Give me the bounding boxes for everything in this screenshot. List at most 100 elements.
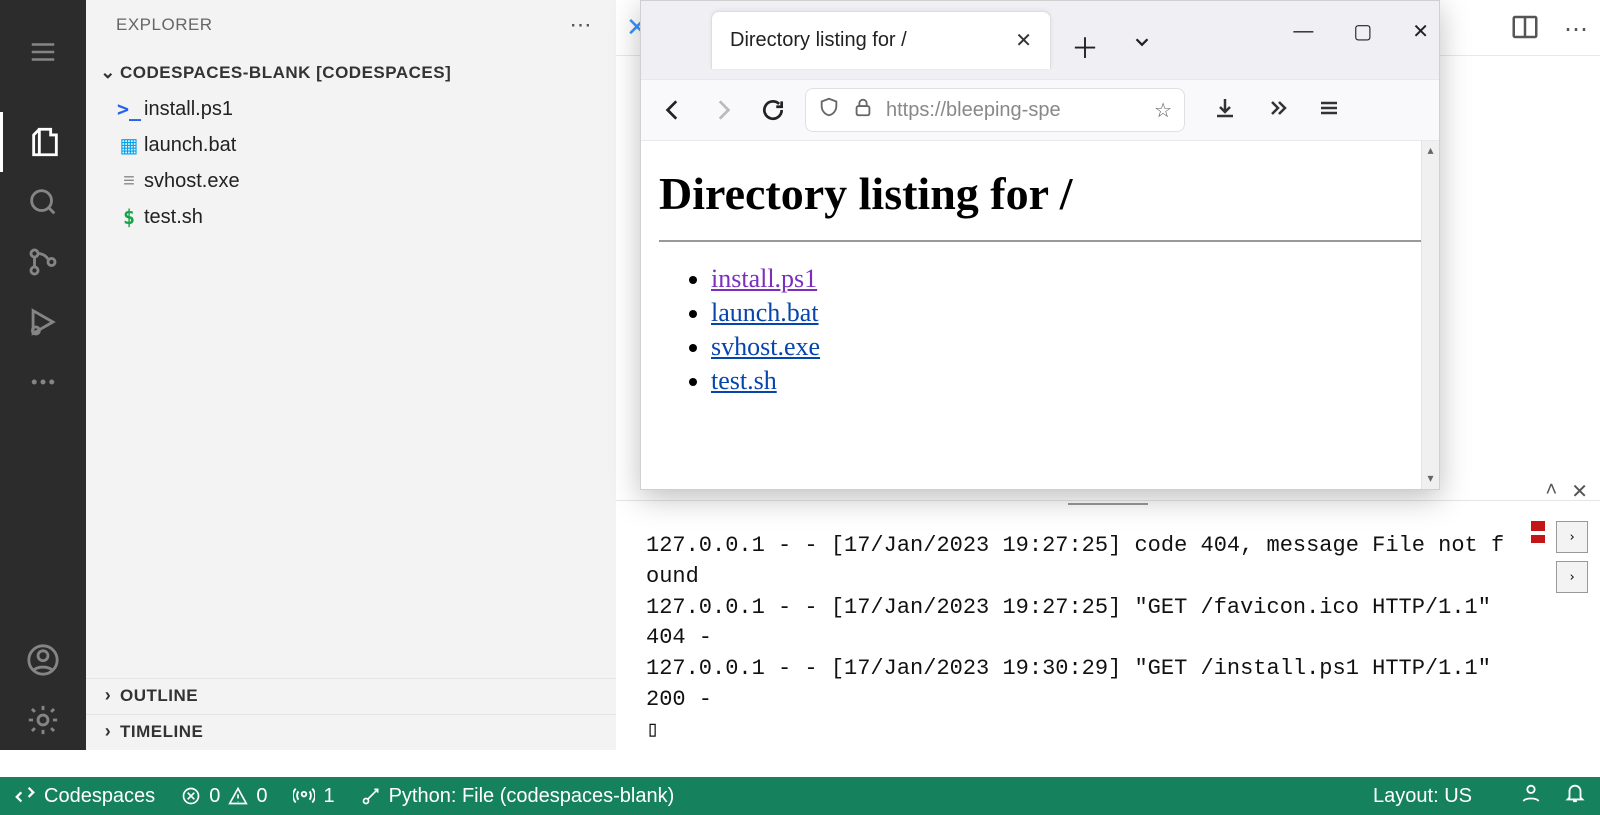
activity-account-icon[interactable] [0, 630, 86, 690]
lock-icon[interactable] [852, 96, 874, 124]
activity-source-control[interactable] [0, 232, 86, 292]
workspace-title: CODESPACES-BLANK [CODESPACES] [120, 63, 451, 83]
explorer-title: EXPLORER [116, 15, 213, 35]
outline-label: OUTLINE [120, 686, 198, 706]
directory-link[interactable]: launch.bat [711, 298, 819, 327]
workspace-section[interactable]: ⌄ CODESPACES-BLANK [CODESPACES] [86, 56, 616, 91]
nav-back-icon[interactable] [655, 92, 691, 128]
file-item[interactable]: ≡svhost.exe [86, 164, 616, 199]
panel-maximize-icon[interactable]: ˄ [1546, 479, 1558, 504]
chevron-right-icon: › [96, 721, 120, 742]
browser-tab[interactable]: Directory listing for / ✕ [711, 11, 1051, 69]
maximize-icon[interactable]: ▢ [1353, 19, 1372, 44]
activity-run-debug[interactable] [0, 292, 86, 352]
terminal-error-mark [1531, 521, 1545, 531]
browser-window: Directory listing for / ✕ ＋ ― ▢ ✕ [640, 0, 1440, 490]
activity-settings-gear-icon[interactable] [0, 690, 86, 750]
list-item: test.sh [711, 366, 1421, 396]
file-tree: >_install.ps1▦launch.bat≡svhost.exe$test… [86, 91, 616, 678]
shield-icon[interactable] [818, 96, 840, 124]
status-warnings-count: 0 [256, 785, 267, 808]
panel-actions: ˄ ✕ [1546, 479, 1588, 504]
activity-search[interactable] [0, 172, 86, 232]
file-type-icon: ▦ [114, 133, 144, 158]
list-item: svhost.exe [711, 332, 1421, 362]
file-item[interactable]: $test.sh [86, 199, 616, 235]
titlebar-right: ⋯ [1510, 12, 1588, 47]
panel-close-icon[interactable]: ✕ [1571, 479, 1588, 504]
tab-close-icon[interactable]: ✕ [1015, 28, 1032, 53]
new-tab-icon[interactable]: ＋ [1071, 27, 1099, 67]
status-ports[interactable]: 1 [293, 785, 334, 808]
ellipsis-icon[interactable]: ⋯ [1564, 15, 1588, 44]
directory-link[interactable]: svhost.exe [711, 332, 820, 361]
terminal-output[interactable]: 127.0.0.1 - - [17/Jan/2023 19:27:25] cod… [646, 531, 1510, 750]
terminal-panel: ˄ ✕ › › 127.0.0.1 - - [17/Jan/2023 19:27… [616, 500, 1600, 750]
tab-list-chevron-icon[interactable] [1131, 31, 1153, 58]
list-item: install.ps1 [711, 264, 1421, 294]
status-layout[interactable]: Layout: US [1373, 785, 1472, 808]
browser-titlebar[interactable]: Directory listing for / ✕ ＋ ― ▢ ✕ [641, 1, 1439, 79]
directory-link[interactable]: test.sh [711, 366, 777, 395]
status-bar: Codespaces 0 0 1 Python: File (codespace… [0, 777, 1600, 815]
status-problems[interactable]: 0 0 [181, 785, 267, 808]
file-name: install.ps1 [144, 98, 233, 121]
chevron-right-icon: › [96, 685, 120, 706]
app-menu-icon[interactable] [1317, 96, 1341, 125]
list-item: launch.bat [711, 298, 1421, 328]
close-icon[interactable]: ✕ [1412, 19, 1429, 44]
explorer-more-icon[interactable]: ⋯ [570, 12, 593, 38]
directory-list: install.ps1 launch.bat svhost.exe test.sh [711, 264, 1421, 396]
panel-drag-handle[interactable] [1068, 499, 1148, 505]
status-interpreter-label: Python: File (codespaces-blank) [389, 785, 675, 808]
minimize-icon[interactable]: ― [1293, 20, 1313, 43]
status-codespaces-label: Codespaces [44, 785, 155, 808]
status-bell-icon[interactable] [1564, 782, 1586, 810]
browser-tab-title: Directory listing for / [730, 29, 907, 52]
hamburger-menu-icon[interactable] [0, 22, 86, 82]
scroll-down-icon[interactable]: ▾ [1424, 471, 1437, 487]
status-remote-button[interactable]: Codespaces [14, 785, 155, 808]
directory-link[interactable]: install.ps1 [711, 264, 817, 293]
status-interpreter[interactable]: Python: File (codespaces-blank) [361, 785, 675, 808]
file-name: svhost.exe [144, 170, 240, 193]
file-type-icon: ≡ [114, 170, 144, 193]
page-heading: Directory listing for / [659, 167, 1421, 220]
chevron-down-icon: ⌄ [96, 62, 120, 83]
explorer-header: EXPLORER ⋯ [86, 0, 616, 56]
nav-forward-icon[interactable] [705, 92, 741, 128]
downloads-icon[interactable] [1213, 96, 1237, 125]
outline-section[interactable]: › OUTLINE [86, 678, 616, 714]
url-bar[interactable]: https://bleeping-spe ☆ [805, 88, 1185, 132]
scroll-up-icon[interactable]: ▴ [1424, 143, 1437, 159]
activity-more-icon[interactable] [0, 352, 86, 412]
toggle-layout-icon[interactable] [1510, 12, 1540, 47]
status-feedback-icon[interactable] [1520, 782, 1542, 810]
activity-explorer[interactable] [0, 112, 86, 172]
window-controls: ― ▢ ✕ [1293, 19, 1429, 44]
file-item[interactable]: >_install.ps1 [86, 91, 616, 127]
bookmark-star-icon[interactable]: ☆ [1154, 98, 1172, 123]
terminal-split-icon[interactable]: › [1556, 561, 1588, 593]
explorer-sidebar: EXPLORER ⋯ ⌄ CODESPACES-BLANK [CODESPACE… [86, 0, 616, 750]
browser-content[interactable]: Directory listing for / install.ps1 launc… [641, 141, 1439, 489]
status-errors-count: 0 [209, 785, 220, 808]
browser-toolbar: https://bleeping-spe ☆ [641, 79, 1439, 141]
timeline-section[interactable]: › TIMELINE [86, 714, 616, 750]
file-type-icon: $ [114, 205, 144, 229]
divider [659, 240, 1421, 242]
timeline-label: TIMELINE [120, 722, 203, 742]
terminal-split-icon[interactable]: › [1556, 521, 1588, 553]
terminal-error-mark [1531, 535, 1545, 543]
status-ports-count: 1 [323, 785, 334, 808]
activity-bar [0, 0, 86, 750]
nav-reload-icon[interactable] [755, 92, 791, 128]
browser-scrollbar[interactable]: ▴ ▾ [1421, 141, 1439, 489]
file-name: launch.bat [144, 134, 236, 157]
overflow-chevrons-icon[interactable] [1265, 96, 1289, 125]
terminal-side-buttons: › › [1556, 521, 1588, 593]
file-name: test.sh [144, 206, 203, 229]
url-text: https://bleeping-spe [886, 99, 1061, 122]
file-type-icon: >_ [114, 97, 144, 121]
file-item[interactable]: ▦launch.bat [86, 127, 616, 164]
